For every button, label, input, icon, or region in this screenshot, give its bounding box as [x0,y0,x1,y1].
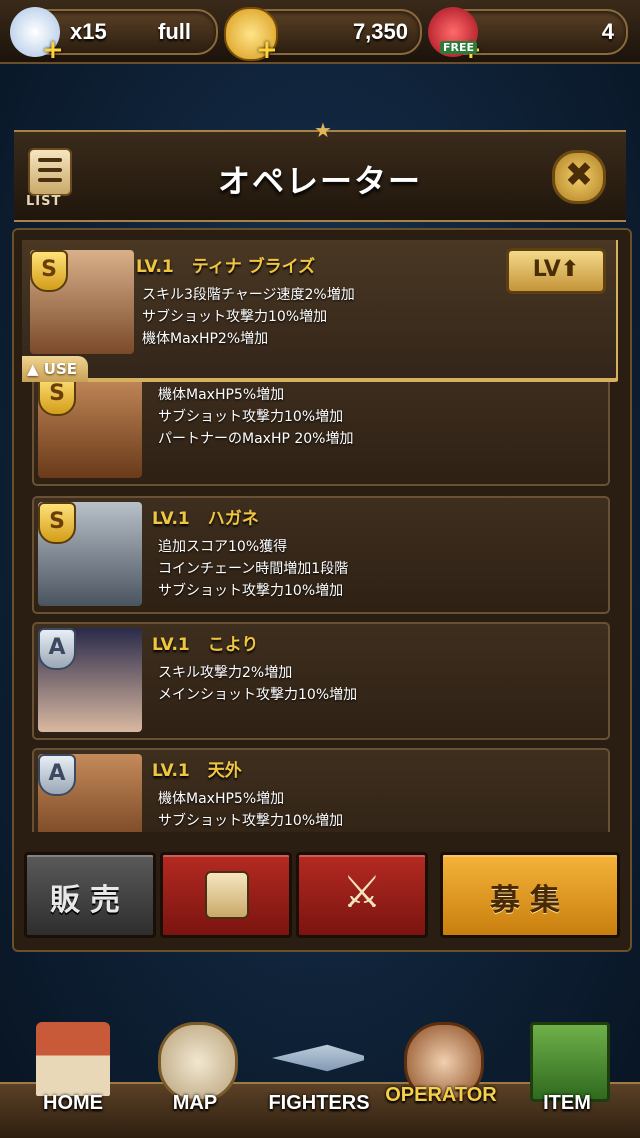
gem-amount: 4 [601,19,614,44]
free-badge: FREE [440,41,478,54]
gold-pill[interactable]: + 7,350 [224,7,422,63]
operator-card-koyori[interactable]: A LV.1 こより スキル攻撃力2%増加 メインショット攻撃力10%増加 [32,622,610,740]
house-icon [36,1022,110,1096]
list-icon [205,871,249,919]
operator-level: LV.1 [152,509,190,529]
gear-icon[interactable]: ✖ [552,150,606,204]
star-ornament-icon: ★ [314,118,332,142]
operator-heading: LV.1 こより [152,630,258,655]
stamina-state: full [158,19,191,44]
stamina-count: x15 [70,19,107,44]
skill-line: パートナーのMaxHP 20%増加 [158,431,354,447]
crate-icon [530,1022,610,1102]
up-arrow-icon: ⬆ [560,257,580,282]
operator-level: LV.1 [136,257,174,277]
use-tag: ▲ USE [22,356,88,382]
nav-home[interactable]: HOME [12,1012,134,1136]
sort-list-button[interactable] [160,852,292,938]
nav-map[interactable]: MAP [134,1012,256,1136]
up-triangle-icon: ▲ [26,360,39,378]
recruit-button[interactable]: 募集 [440,852,620,938]
battle-button[interactable]: ⚔ [296,852,428,938]
rank-s-badge: S [38,502,76,544]
level-up-label: LV [532,257,561,282]
skill-line: スキル攻撃力2%増加 [158,665,293,681]
skill-line: サブショット攻撃力10%増加 [158,813,344,829]
jet-icon [272,1044,364,1072]
operator-heading: LV.1 ティナ ブライズ [136,252,315,277]
skill-line: 機体MaxHP5%増加 [158,387,285,403]
crossed-swords-icon: ⚔ [342,867,382,918]
operator-name: ハガネ [207,509,259,529]
operator-header: ★ LIST オペレーター ✖ [14,118,626,222]
nav-label: FIGHTERS [268,1092,370,1114]
skill-line: サブショット攻撃力10%増加 [158,409,344,425]
skill-line: 機体MaxHP5%増加 [158,791,285,807]
nav-label: ITEM [543,1092,591,1114]
use-label: USE [43,360,77,378]
operator-level: LV.1 [152,635,190,655]
skill-line: サブショット攻撃力10%増加 [142,309,328,325]
operator-level: LV.1 [152,761,190,781]
skill-line: サブショット攻撃力10%増加 [158,583,344,599]
sell-button[interactable]: 販売 [24,852,156,938]
add-gold-icon[interactable]: + [256,37,278,63]
stamina-pill[interactable]: + x15 full [10,7,218,63]
recruit-label: 募集 [490,883,570,918]
page-title: オペレーター [217,162,422,200]
bottom-nav: HOME MAP FIGHTERS OPERATOR ITEM [0,1012,640,1138]
skill-line: 追加スコア10%獲得 [158,539,288,555]
operator-name: こより [207,635,259,655]
operator-name: 天外 [207,761,242,781]
rank-a-badge: A [38,754,76,796]
skill-line: メインショット攻撃力10%増加 [158,687,358,703]
rank-a-badge: A [38,628,76,670]
operator-list[interactable]: S LV.1 ティナ ブライズ スキル3段階チャージ速度2%増加 サブショット攻撃… [22,240,618,832]
operator-card-hagane[interactable]: S LV.1 ハガネ 追加スコア10%獲得 コインチェーン時間増加1段階 サブショ… [32,496,610,614]
sell-label: 販売 [50,883,130,918]
nav-label: OPERATOR [385,1084,497,1106]
operator-heading: LV.1 天外 [152,756,242,781]
globe-icon [158,1022,238,1102]
gem-pill[interactable]: + FREE 4 [428,7,628,63]
rank-s-badge: S [30,250,68,292]
add-stamina-icon[interactable]: + [42,37,64,63]
status-bar: + x15 full + 7,350 + FREE 4 [0,0,640,64]
nav-item[interactable]: ITEM [506,1012,628,1136]
level-up-button[interactable]: LV⬆ [506,248,606,294]
skill-line: コインチェーン時間増加1段階 [158,561,349,577]
operator-card-tina[interactable]: S LV.1 ティナ ブライズ スキル3段階チャージ速度2%増加 サブショット攻撃… [22,240,618,382]
nav-label: MAP [172,1092,218,1114]
operator-heading: LV.1 ハガネ [152,504,259,529]
operator-card-tengai[interactable]: S 機体MaxHP5%増加 サブショット攻撃力10%増加 パートナーのMaxHP… [32,368,610,486]
skill-line: 機体MaxHP2%増加 [142,331,269,347]
nav-label: HOME [43,1092,103,1114]
operator-card-tengai-a[interactable]: A LV.1 天外 機体MaxHP5%増加 サブショット攻撃力10%増加 [32,748,610,832]
nav-operator[interactable]: OPERATOR [380,1012,502,1136]
nav-fighters[interactable]: FIGHTERS [258,1012,380,1136]
operator-name: ティナ ブライズ [191,257,316,277]
skill-line: スキル3段階チャージ速度2%増加 [142,287,355,303]
gold-amount: 7,350 [352,19,408,44]
